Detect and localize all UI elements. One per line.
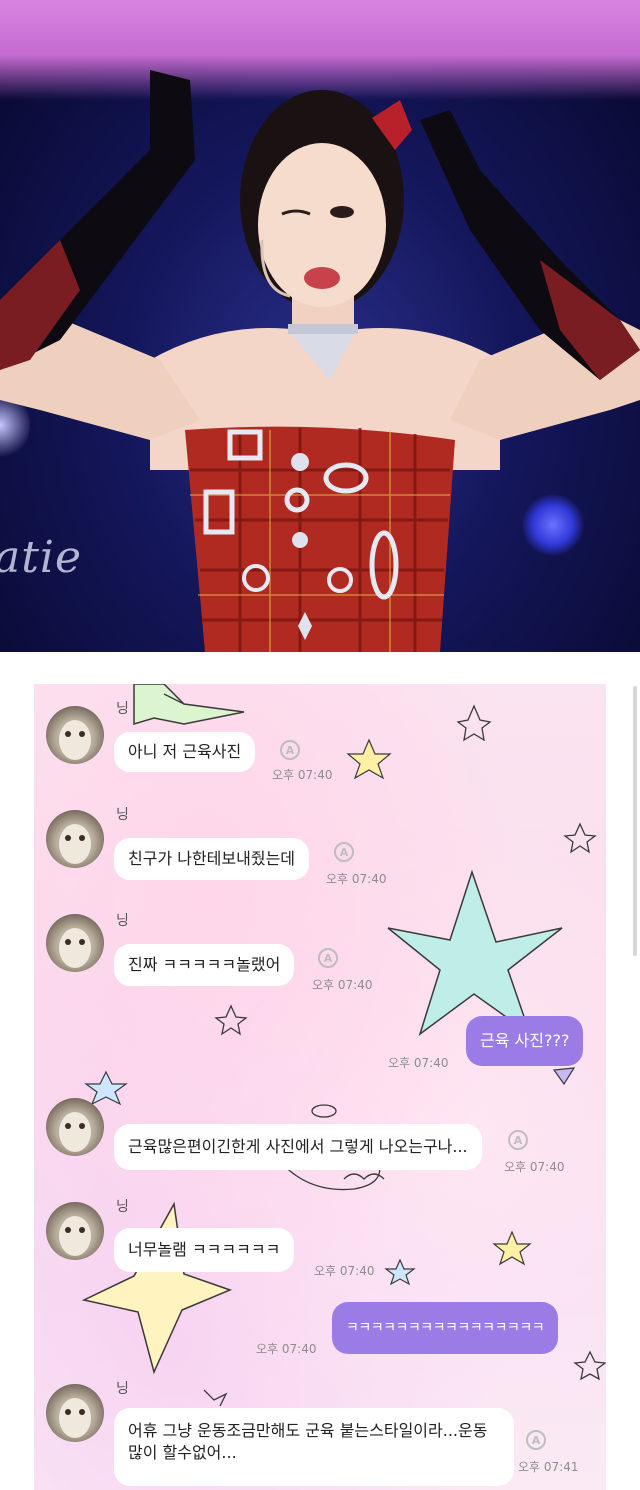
message-time: 오후 07:40 <box>256 1342 317 1356</box>
friend-avatar[interactable] <box>46 706 104 764</box>
friend-avatar[interactable] <box>46 1384 104 1442</box>
message-time: 오후 07:41 <box>518 1460 579 1474</box>
cat-photo-icon <box>59 1398 91 1438</box>
message-bubble[interactable]: 아니 저 근육사진 <box>114 732 256 772</box>
chat-screenshot: 닝 아니 저 근육사진 A 오후 07:40 닝 친구가 나한테보내줬는데 A … <box>34 684 606 1490</box>
sender-name: 닝 <box>116 913 129 929</box>
my-message-bubble[interactable]: 근육 사진??? <box>466 1016 584 1066</box>
cat-photo-icon <box>59 928 91 968</box>
unread-indicator-icon: A <box>334 842 354 862</box>
cat-photo-icon <box>59 1216 91 1256</box>
photo-watermark: atie <box>0 532 83 583</box>
sender-name: 닝 <box>116 1381 129 1397</box>
message-time: 오후 07:40 <box>388 1056 449 1070</box>
message-bubble[interactable]: 진짜 ㅋㅋㅋㅋㅋ놀랬어 <box>114 944 295 986</box>
cat-photo-icon <box>59 824 91 864</box>
friend-avatar[interactable] <box>46 1202 104 1260</box>
concert-photo: atie <box>0 0 640 652</box>
message-bubble[interactable]: 너무놀램 ㅋㅋㅋㅋㅋㅋ <box>114 1228 295 1272</box>
unread-indicator-icon: A <box>280 740 300 760</box>
cat-photo-icon <box>59 1112 91 1152</box>
sender-name: 닝 <box>116 701 129 717</box>
message-bubble[interactable]: 친구가 나한테보내줬는데 <box>114 838 310 880</box>
scrollbar[interactable] <box>633 686 637 956</box>
sender-name: 닝 <box>116 807 129 823</box>
message-bubble[interactable]: 근육많은편이긴한게 사진에서 그렇게 나오는구나... <box>114 1124 482 1170</box>
unread-indicator-icon: A <box>526 1430 546 1450</box>
my-message-bubble[interactable]: ㅋㅋㅋㅋㅋㅋㅋㅋㅋㅋㅋㅋㅋㅋㅋㅋ <box>332 1302 559 1354</box>
message-time: 오후 07:40 <box>314 1264 375 1278</box>
performer-illustration <box>0 70 640 652</box>
cat-photo-icon <box>59 720 91 760</box>
message-time: 오후 07:40 <box>326 872 387 886</box>
friend-avatar[interactable] <box>46 1098 104 1156</box>
friend-avatar[interactable] <box>46 810 104 868</box>
friend-avatar[interactable] <box>46 914 104 972</box>
message-time: 오후 07:40 <box>272 768 333 782</box>
message-time: 오후 07:40 <box>312 978 373 992</box>
sender-name: 닝 <box>116 1199 129 1215</box>
unread-indicator-icon: A <box>318 948 338 968</box>
message-time: 오후 07:40 <box>504 1160 565 1174</box>
message-bubble[interactable]: 어휴 그냥 운동조금만해도 군육 붙는스타일이라...운동 많이 할수없어... <box>114 1408 514 1486</box>
unread-indicator-icon: A <box>508 1130 528 1150</box>
